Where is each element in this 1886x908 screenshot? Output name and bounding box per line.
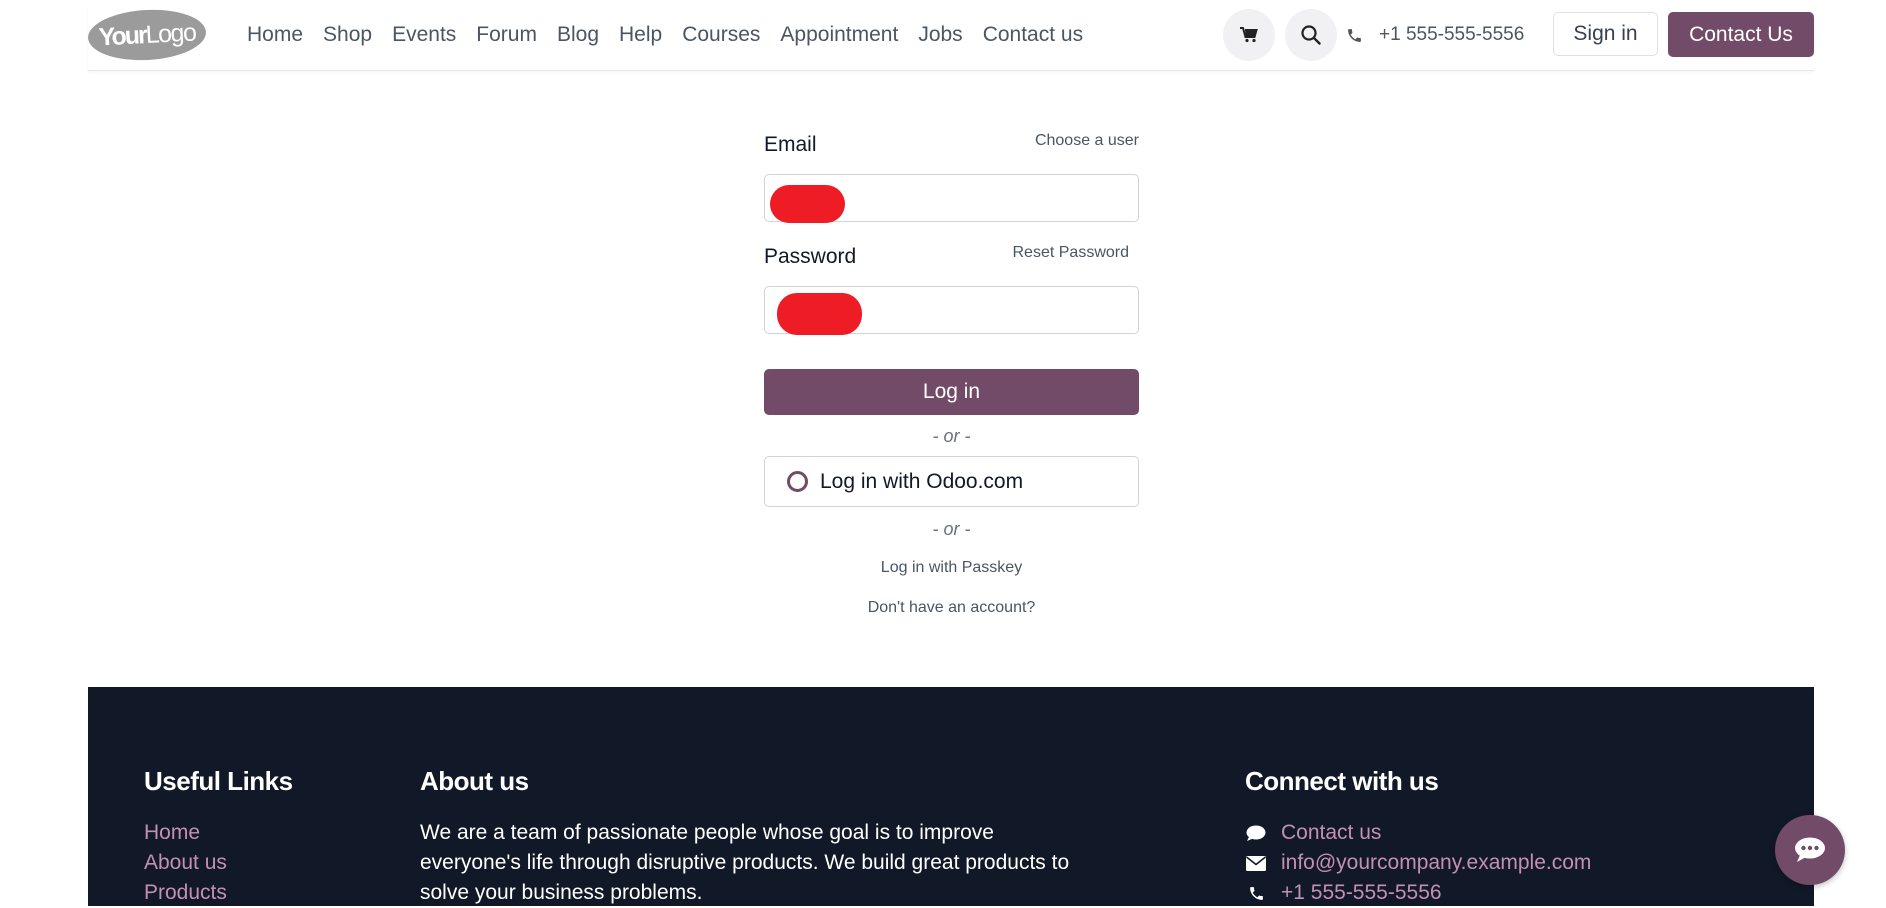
- logo-text-regular: Logo: [144, 17, 196, 49]
- chat-icon: [1795, 837, 1825, 862]
- nav-help[interactable]: Help: [619, 20, 662, 50]
- nav-forum[interactable]: Forum: [476, 20, 537, 50]
- or-divider: - or -: [932, 519, 971, 539]
- odoo-oauth-button[interactable]: Log in with Odoo.com: [764, 456, 1139, 507]
- connect-title: Connect with us: [1245, 766, 1439, 796]
- password-field[interactable]: [764, 286, 1139, 335]
- passkey-link[interactable]: Log in with Passkey: [764, 559, 1139, 577]
- comment-icon: [1246, 825, 1266, 841]
- nav-jobs[interactable]: Jobs: [918, 20, 962, 50]
- nav-appointment[interactable]: Appointment: [780, 20, 898, 50]
- site-logo[interactable]: Your Logo: [86, 6, 208, 64]
- site-header: Your Logo Home Shop Events Forum Blog Hel…: [86, 0, 1814, 71]
- useful-links-list: Home About us Products: [144, 818, 227, 908]
- live-chat-button[interactable]: [1775, 815, 1845, 885]
- email-label-row: Email Choose a user: [764, 130, 1139, 160]
- search-button[interactable]: [1285, 9, 1337, 61]
- choose-user-link[interactable]: Choose a user: [1035, 132, 1139, 150]
- connect-contact-link: Contact us: [1281, 821, 1382, 844]
- redaction-mark: [770, 185, 845, 223]
- nav-blog[interactable]: Blog: [557, 20, 599, 50]
- redaction-mark: [777, 293, 862, 335]
- email-field[interactable]: [764, 174, 1139, 223]
- login-button[interactable]: Log in: [764, 369, 1139, 415]
- sign-in-button[interactable]: Sign in: [1553, 12, 1658, 56]
- or-divider: - or -: [932, 426, 971, 446]
- logo-text-bold: Your: [97, 20, 147, 52]
- nav-shop[interactable]: Shop: [323, 20, 372, 50]
- contact-us-button[interactable]: Contact Us: [1668, 12, 1814, 57]
- nav-courses[interactable]: Courses: [682, 20, 760, 50]
- header-phone-text: +1 555-555-5556: [1379, 24, 1525, 45]
- phone-icon: [1249, 886, 1263, 900]
- signup-link[interactable]: Don't have an account?: [764, 599, 1139, 617]
- header-phone[interactable]: +1 555-555-5556: [1346, 20, 1524, 50]
- cart-button[interactable]: [1223, 9, 1275, 61]
- cart-icon: [1240, 27, 1258, 43]
- connect-contact-row[interactable]: Contact us: [1245, 818, 1591, 848]
- password-label: Password: [764, 245, 857, 268]
- connect-phone-row[interactable]: +1 555-555-5556: [1245, 878, 1591, 908]
- password-label-row: Password Reset Password: [764, 242, 1139, 272]
- connect-email-row[interactable]: info@yourcompany.example.com: [1245, 848, 1591, 878]
- odoo-oauth-label: Log in with Odoo.com: [820, 469, 1024, 493]
- envelope-icon: [1246, 855, 1266, 871]
- site-footer: Useful Links Home About us Products Abou…: [88, 687, 1814, 906]
- main-nav: Home Shop Events Forum Blog Help Courses…: [247, 20, 1103, 50]
- phone-icon: [1348, 28, 1361, 42]
- odoo-icon: [787, 471, 808, 492]
- footer-link-home[interactable]: Home: [144, 818, 227, 848]
- nav-home[interactable]: Home: [247, 20, 303, 50]
- footer-link-products[interactable]: Products: [144, 878, 227, 908]
- reset-password-link[interactable]: Reset Password: [1013, 244, 1130, 262]
- about-title: About us: [420, 766, 529, 796]
- connect-list: Contact us info@yourcompany.example.com …: [1245, 818, 1591, 908]
- connect-email-link: info@yourcompany.example.com: [1281, 851, 1592, 874]
- nav-events[interactable]: Events: [392, 20, 456, 50]
- useful-links-title: Useful Links: [144, 766, 293, 796]
- about-text: We are a team of passionate people whose…: [420, 821, 1070, 904]
- connect-phone-link: +1 555-555-5556: [1281, 881, 1442, 904]
- footer-link-about-us[interactable]: About us: [144, 848, 227, 878]
- search-icon: [1301, 25, 1321, 45]
- login-form: Email Choose a user Password Reset Passw…: [764, 130, 1139, 616]
- email-label: Email: [764, 133, 817, 156]
- nav-contact-us[interactable]: Contact us: [983, 20, 1083, 50]
